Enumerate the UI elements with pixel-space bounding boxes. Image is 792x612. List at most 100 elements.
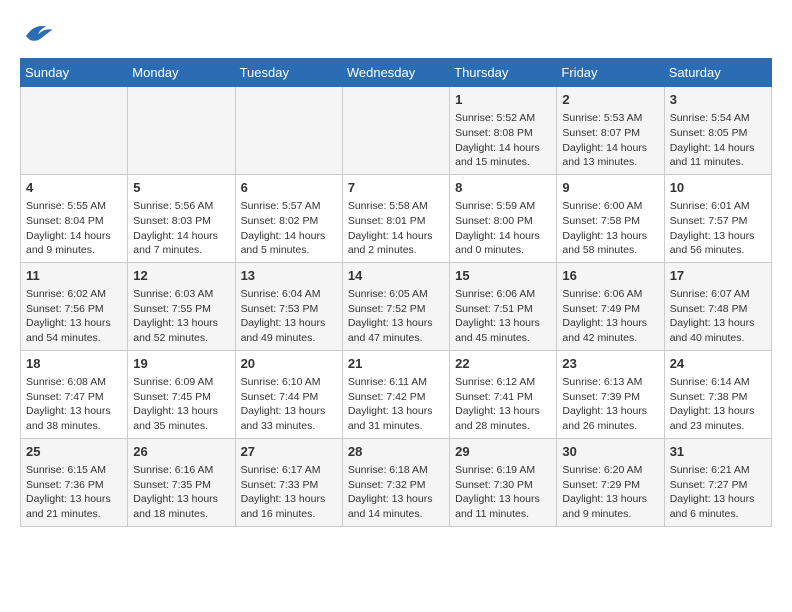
calendar-cell: 10Sunrise: 6:01 AMSunset: 7:57 PMDayligh… (664, 174, 771, 262)
calendar-cell: 3Sunrise: 5:54 AMSunset: 8:05 PMDaylight… (664, 87, 771, 175)
day-info: and 52 minutes. (133, 331, 229, 346)
day-number: 23 (562, 355, 658, 373)
day-info: Daylight: 13 hours (670, 229, 766, 244)
day-info: and 40 minutes. (670, 331, 766, 346)
day-info: Daylight: 13 hours (670, 492, 766, 507)
calendar-cell: 6Sunrise: 5:57 AMSunset: 8:02 PMDaylight… (235, 174, 342, 262)
day-info: and 45 minutes. (455, 331, 551, 346)
day-info: and 56 minutes. (670, 243, 766, 258)
day-info: Sunset: 7:53 PM (241, 302, 337, 317)
calendar-cell: 16Sunrise: 6:06 AMSunset: 7:49 PMDayligh… (557, 262, 664, 350)
day-info: Sunset: 8:02 PM (241, 214, 337, 229)
calendar-cell: 23Sunrise: 6:13 AMSunset: 7:39 PMDayligh… (557, 350, 664, 438)
day-number: 19 (133, 355, 229, 373)
day-info: Sunrise: 6:00 AM (562, 199, 658, 214)
day-number: 29 (455, 443, 551, 461)
day-number: 26 (133, 443, 229, 461)
day-info: Sunrise: 6:04 AM (241, 287, 337, 302)
day-info: and 23 minutes. (670, 419, 766, 434)
day-info: Daylight: 14 hours (133, 229, 229, 244)
day-info: Daylight: 13 hours (26, 316, 122, 331)
day-info: Daylight: 13 hours (670, 316, 766, 331)
day-info: and 18 minutes. (133, 507, 229, 522)
weekday-header-sunday: Sunday (21, 59, 128, 87)
day-info: Sunset: 7:35 PM (133, 478, 229, 493)
weekday-header-tuesday: Tuesday (235, 59, 342, 87)
day-info: Daylight: 13 hours (241, 316, 337, 331)
day-info: Sunrise: 6:14 AM (670, 375, 766, 390)
day-info: Sunrise: 6:21 AM (670, 463, 766, 478)
day-info: Sunrise: 6:09 AM (133, 375, 229, 390)
week-row-3: 11Sunrise: 6:02 AMSunset: 7:56 PMDayligh… (21, 262, 772, 350)
day-info: Daylight: 13 hours (562, 492, 658, 507)
day-info: Daylight: 13 hours (348, 404, 444, 419)
day-info: Sunset: 7:32 PM (348, 478, 444, 493)
day-info: Sunrise: 5:59 AM (455, 199, 551, 214)
calendar-cell: 22Sunrise: 6:12 AMSunset: 7:41 PMDayligh… (450, 350, 557, 438)
day-number: 27 (241, 443, 337, 461)
day-number: 1 (455, 91, 551, 109)
day-info: Sunrise: 6:08 AM (26, 375, 122, 390)
day-info: and 28 minutes. (455, 419, 551, 434)
day-info: and 0 minutes. (455, 243, 551, 258)
day-number: 15 (455, 267, 551, 285)
day-info: Sunset: 7:52 PM (348, 302, 444, 317)
day-info: and 11 minutes. (670, 155, 766, 170)
day-info: Sunset: 8:08 PM (455, 126, 551, 141)
day-number: 7 (348, 179, 444, 197)
calendar-cell: 13Sunrise: 6:04 AMSunset: 7:53 PMDayligh… (235, 262, 342, 350)
day-info: Sunrise: 6:07 AM (670, 287, 766, 302)
calendar-cell: 15Sunrise: 6:06 AMSunset: 7:51 PMDayligh… (450, 262, 557, 350)
day-info: and 16 minutes. (241, 507, 337, 522)
day-info: Sunset: 7:27 PM (670, 478, 766, 493)
day-info: Sunrise: 5:55 AM (26, 199, 122, 214)
day-info: Sunset: 7:57 PM (670, 214, 766, 229)
calendar-cell: 9Sunrise: 6:00 AMSunset: 7:58 PMDaylight… (557, 174, 664, 262)
day-info: and 6 minutes. (670, 507, 766, 522)
day-number: 16 (562, 267, 658, 285)
weekday-header-thursday: Thursday (450, 59, 557, 87)
day-info: Sunrise: 5:58 AM (348, 199, 444, 214)
day-info: Sunrise: 6:13 AM (562, 375, 658, 390)
day-info: Sunset: 7:47 PM (26, 390, 122, 405)
day-number: 18 (26, 355, 122, 373)
week-row-1: 1Sunrise: 5:52 AMSunset: 8:08 PMDaylight… (21, 87, 772, 175)
calendar-cell: 1Sunrise: 5:52 AMSunset: 8:08 PMDaylight… (450, 87, 557, 175)
calendar-cell: 12Sunrise: 6:03 AMSunset: 7:55 PMDayligh… (128, 262, 235, 350)
week-row-4: 18Sunrise: 6:08 AMSunset: 7:47 PMDayligh… (21, 350, 772, 438)
day-info: Daylight: 13 hours (562, 316, 658, 331)
day-info: Sunrise: 6:05 AM (348, 287, 444, 302)
day-info: Sunset: 7:39 PM (562, 390, 658, 405)
calendar-body: 1Sunrise: 5:52 AMSunset: 8:08 PMDaylight… (21, 87, 772, 527)
day-info: and 35 minutes. (133, 419, 229, 434)
calendar-cell: 19Sunrise: 6:09 AMSunset: 7:45 PMDayligh… (128, 350, 235, 438)
calendar-cell: 20Sunrise: 6:10 AMSunset: 7:44 PMDayligh… (235, 350, 342, 438)
calendar-cell: 7Sunrise: 5:58 AMSunset: 8:01 PMDaylight… (342, 174, 449, 262)
day-info: and 33 minutes. (241, 419, 337, 434)
day-number: 6 (241, 179, 337, 197)
day-info: and 54 minutes. (26, 331, 122, 346)
calendar-header: SundayMondayTuesdayWednesdayThursdayFrid… (21, 59, 772, 87)
calendar-cell: 14Sunrise: 6:05 AMSunset: 7:52 PMDayligh… (342, 262, 449, 350)
day-number: 22 (455, 355, 551, 373)
day-info: Sunrise: 6:01 AM (670, 199, 766, 214)
day-info: Daylight: 14 hours (670, 141, 766, 156)
day-info: Sunrise: 6:06 AM (455, 287, 551, 302)
day-info: and 9 minutes. (26, 243, 122, 258)
day-info: Daylight: 13 hours (133, 316, 229, 331)
day-info: Sunset: 7:36 PM (26, 478, 122, 493)
day-info: Daylight: 13 hours (133, 492, 229, 507)
day-number: 30 (562, 443, 658, 461)
day-info: Daylight: 14 hours (455, 229, 551, 244)
day-info: Sunrise: 6:10 AM (241, 375, 337, 390)
week-row-2: 4Sunrise: 5:55 AMSunset: 8:04 PMDaylight… (21, 174, 772, 262)
day-info: and 11 minutes. (455, 507, 551, 522)
day-info: and 38 minutes. (26, 419, 122, 434)
day-info: Daylight: 14 hours (26, 229, 122, 244)
day-info: Daylight: 13 hours (26, 404, 122, 419)
day-info: Sunset: 7:44 PM (241, 390, 337, 405)
day-info: Daylight: 13 hours (455, 492, 551, 507)
day-info: Sunrise: 6:19 AM (455, 463, 551, 478)
calendar-cell: 27Sunrise: 6:17 AMSunset: 7:33 PMDayligh… (235, 438, 342, 526)
day-number: 31 (670, 443, 766, 461)
